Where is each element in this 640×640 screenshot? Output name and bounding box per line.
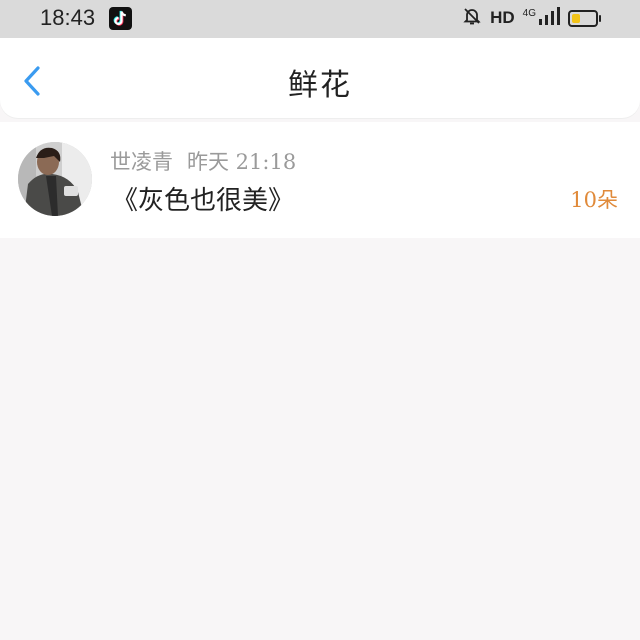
battery-icon [568, 9, 601, 27]
timestamp: 昨天 21:18 [187, 150, 297, 174]
list-item[interactable]: 世凌青 昨天 21:18 《灰色也很美》 10朵 [0, 122, 640, 238]
avatar[interactable] [18, 142, 92, 216]
header: 鲜花 [0, 38, 640, 118]
status-icons: HD 4G [462, 6, 601, 30]
item-title[interactable]: 《灰色也很美》 [112, 180, 294, 217]
bell-muted-icon [462, 6, 482, 30]
network-type: 4G [522, 7, 536, 19]
hd-indicator: HD [490, 8, 515, 27]
status-bar: 18:43 HD 4G [0, 0, 640, 38]
item-meta: 世凌青 昨天 21:18 [110, 146, 296, 176]
flower-count: 10朵 [570, 188, 618, 212]
status-time: 18:43 [40, 5, 96, 30]
page-title: 鲜花 [288, 68, 352, 103]
user-name[interactable]: 世凌青 [110, 150, 173, 174]
battery-level [572, 13, 580, 23]
signal-icon [538, 7, 560, 29]
tiktok-icon [109, 7, 132, 30]
